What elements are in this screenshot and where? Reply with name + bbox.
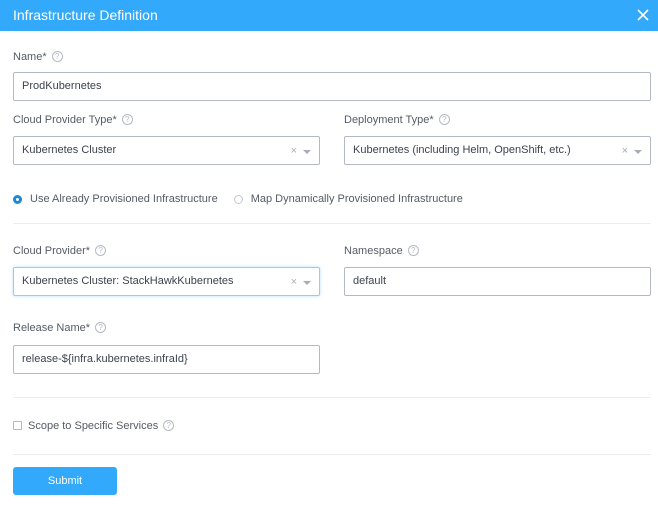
cloud-provider-type-select[interactable]: Kubernetes Cluster × xyxy=(13,136,320,165)
clear-icon[interactable]: × xyxy=(291,145,297,157)
radio-map-dynamic[interactable] xyxy=(233,194,243,204)
deployment-type-label-text: Deployment Type* xyxy=(344,114,434,126)
namespace-label-text: Namespace xyxy=(344,245,403,257)
divider xyxy=(13,454,651,455)
divider xyxy=(13,397,651,398)
deployment-type-value: Kubernetes (including Helm, OpenShift, e… xyxy=(353,144,571,156)
name-input[interactable]: ProdKubernetes xyxy=(13,72,651,101)
release-name-input[interactable]: release-${infra.kubernetes.infraId} xyxy=(13,345,320,374)
cloud-provider-type-label-text: Cloud Provider Type* xyxy=(13,114,117,126)
help-icon[interactable]: ? xyxy=(121,114,133,125)
cloud-provider-type-value: Kubernetes Cluster xyxy=(22,144,117,156)
deployment-type-label: Deployment Type*? xyxy=(344,114,450,126)
name-label: Name*? xyxy=(13,51,63,63)
cloud-provider-label: Cloud Provider*? xyxy=(13,245,107,257)
namespace-input[interactable]: default xyxy=(344,267,651,296)
scope-checkbox[interactable] xyxy=(13,421,22,430)
scope-label[interactable]: Scope to Specific Services? xyxy=(28,420,175,432)
chevron-down-icon[interactable] xyxy=(303,150,311,154)
help-icon[interactable]: ? xyxy=(438,114,450,125)
cloud-provider-type-label: Cloud Provider Type*? xyxy=(13,114,133,126)
radio-use-provisioned[interactable] xyxy=(13,194,22,204)
help-icon[interactable]: ? xyxy=(407,245,419,256)
provisioning-radio-group: Use Already Provisioned Infrastructure M… xyxy=(13,193,463,205)
cloud-provider-select[interactable]: Kubernetes Cluster: StackHawkKubernetes … xyxy=(13,267,320,296)
chevron-down-icon[interactable] xyxy=(303,281,311,285)
close-icon[interactable] xyxy=(636,8,650,22)
radio-use-provisioned-label[interactable]: Use Already Provisioned Infrastructure xyxy=(30,193,218,205)
radio-map-dynamic-label[interactable]: Map Dynamically Provisioned Infrastructu… xyxy=(251,193,463,205)
chevron-down-icon[interactable] xyxy=(634,150,642,154)
namespace-value: default xyxy=(353,275,387,287)
name-value: ProdKubernetes xyxy=(22,80,102,92)
submit-button[interactable]: Submit xyxy=(13,467,117,495)
clear-icon[interactable]: × xyxy=(622,145,628,157)
clear-icon[interactable]: × xyxy=(291,276,297,288)
help-icon[interactable]: ? xyxy=(51,51,63,62)
help-icon[interactable]: ? xyxy=(163,420,175,431)
release-name-value: release-${infra.kubernetes.infraId} xyxy=(22,353,188,365)
namespace-label: Namespace? xyxy=(344,245,419,257)
help-icon[interactable]: ? xyxy=(95,322,107,333)
cloud-provider-value: Kubernetes Cluster: StackHawkKubernetes xyxy=(22,275,234,287)
release-name-label: Release Name*? xyxy=(13,322,107,334)
release-name-label-text: Release Name* xyxy=(13,322,91,334)
dialog-header: Infrastructure Definition xyxy=(0,0,658,31)
cloud-provider-label-text: Cloud Provider* xyxy=(13,245,91,257)
divider xyxy=(13,223,651,224)
deployment-type-select[interactable]: Kubernetes (including Helm, OpenShift, e… xyxy=(344,136,651,165)
dialog-title: Infrastructure Definition xyxy=(13,7,158,23)
help-icon[interactable]: ? xyxy=(95,245,107,256)
scope-label-text[interactable]: Scope to Specific Services xyxy=(28,420,158,432)
name-label-text: Name* xyxy=(13,51,47,63)
